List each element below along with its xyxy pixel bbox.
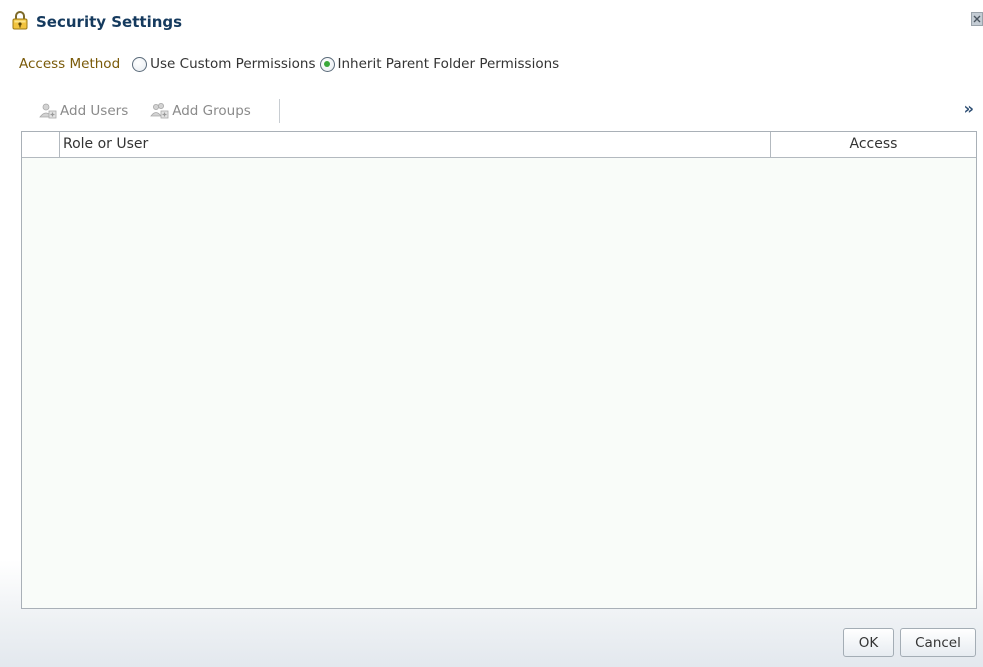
table-header: Role or User Access xyxy=(22,132,976,158)
dialog-titlebar: Security Settings xyxy=(12,10,182,34)
access-method-row: Access Method Use Custom Permissions Inh… xyxy=(19,53,563,75)
toolbar-separator xyxy=(278,99,280,123)
dialog-title: Security Settings xyxy=(36,13,183,31)
use-custom-permissions-label[interactable]: Use Custom Permissions xyxy=(150,56,315,72)
access-method-label: Access Method xyxy=(19,56,121,72)
ok-button[interactable]: OK xyxy=(843,628,894,657)
permissions-table: Role or User Access xyxy=(21,131,977,609)
toolbar-overflow-button[interactable]: » xyxy=(964,99,974,118)
cancel-button[interactable]: Cancel xyxy=(900,628,976,657)
role-or-user-column-header[interactable]: Role or User xyxy=(60,132,771,157)
select-column-header xyxy=(22,132,60,157)
permissions-toolbar: Add Users Add Groups xyxy=(38,98,280,124)
inherit-parent-permissions-radio[interactable] xyxy=(319,56,335,72)
inherit-parent-permissions-label[interactable]: Inherit Parent Folder Permissions xyxy=(338,56,560,72)
add-groups-icon xyxy=(150,102,170,120)
access-column-header[interactable]: Access xyxy=(771,132,976,157)
close-button[interactable] xyxy=(971,12,983,26)
add-users-icon xyxy=(38,102,58,120)
security-settings-dialog: Security Settings Access Method Use Cust… xyxy=(0,0,983,667)
add-users-label: Add Users xyxy=(60,103,129,119)
add-groups-label: Add Groups xyxy=(172,103,251,119)
add-users-button[interactable]: Add Users xyxy=(38,102,128,120)
use-custom-permissions-radio[interactable] xyxy=(132,56,148,72)
lock-icon xyxy=(12,10,28,34)
close-icon xyxy=(973,15,981,23)
add-groups-button[interactable]: Add Groups xyxy=(150,102,251,120)
